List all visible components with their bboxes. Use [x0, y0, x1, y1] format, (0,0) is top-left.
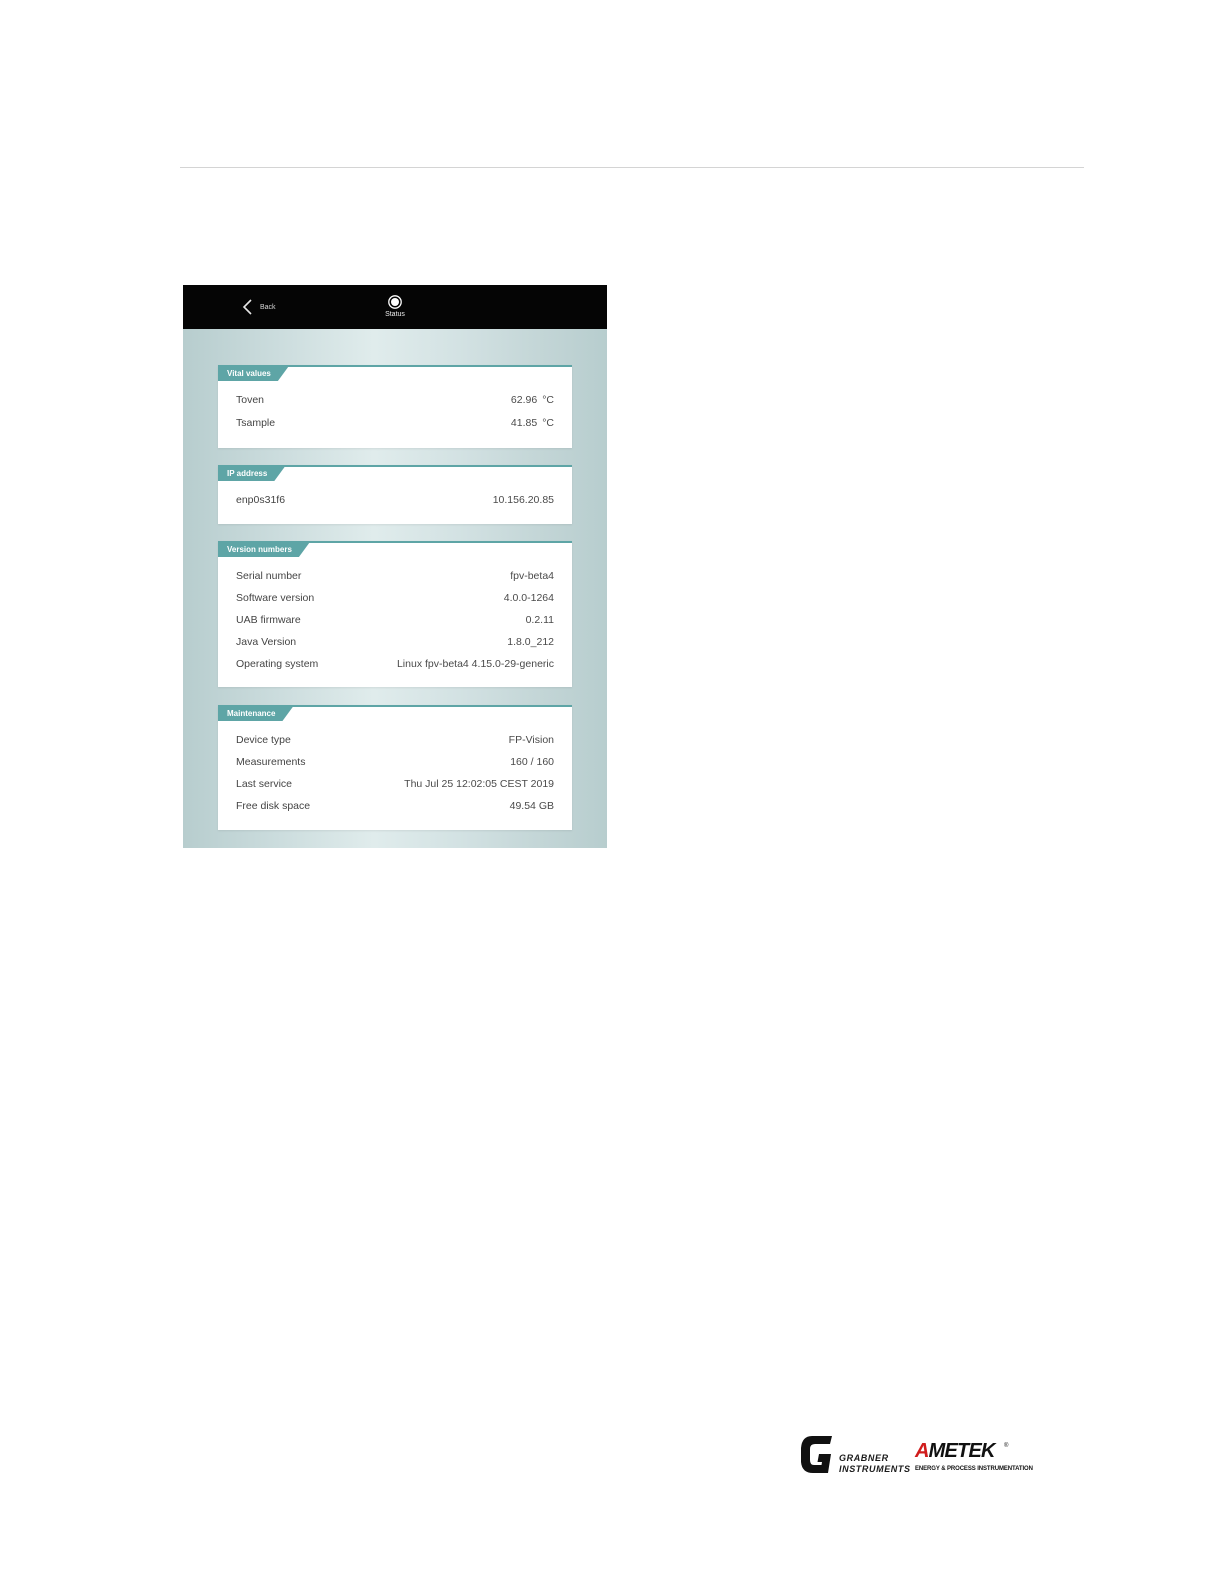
- status-button[interactable]: Status: [373, 294, 417, 318]
- header-rule: [180, 167, 1084, 168]
- ametek-tagline: ENERGY & PROCESS INSTRUMENTATION: [915, 1466, 1033, 1472]
- info-row: Tsample 41.85 °C: [236, 417, 554, 429]
- info-row: Java Version 1.8.0_212: [236, 636, 554, 648]
- grabner-g-icon: [801, 1436, 832, 1473]
- back-label: Back: [260, 303, 276, 311]
- info-row: Free disk space 49.54 GB: [236, 800, 554, 812]
- back-button[interactable]: Back: [241, 297, 276, 317]
- info-row: Last service Thu Jul 25 12:02:05 CEST 20…: [236, 778, 554, 790]
- status-content: Vital values Toven 62.96 °C Tsample 41.85…: [183, 329, 607, 848]
- ip-address-title: IP address: [218, 466, 285, 481]
- info-row: enp0s31f6 10.156.20.85: [236, 494, 554, 506]
- chevron-left-icon: [242, 299, 252, 315]
- grabner-line2: INSTRUMENTS: [839, 1464, 911, 1474]
- info-row: Toven 62.96 °C: [236, 394, 554, 406]
- status-icon: [388, 295, 402, 309]
- version-numbers-title: Version numbers: [218, 542, 310, 557]
- grabner-line1: GRABNER: [839, 1453, 889, 1463]
- vital-values-card: Vital values Toven 62.96 °C Tsample 41.85…: [218, 365, 572, 448]
- maintenance-card: Maintenance Device type FP-Vision Measur…: [218, 705, 572, 830]
- grabner-logo: GRABNER INSTRUMENTS: [798, 1432, 910, 1476]
- info-row: Operating system Linux fpv-beta4 4.15.0-…: [236, 658, 554, 670]
- ip-address-card: IP address enp0s31f6 10.156.20.85: [218, 465, 572, 524]
- vital-values-title: Vital values: [218, 366, 289, 381]
- ametek-wordmark: AMETEK: [915, 1440, 995, 1462]
- top-bar: Back Status: [183, 285, 607, 329]
- info-row: UAB firmware 0.2.11: [236, 614, 554, 626]
- info-row: Device type FP-Vision: [236, 734, 554, 746]
- version-numbers-card: Version numbers Serial number fpv-beta4 …: [218, 541, 572, 687]
- info-row: Measurements 160 / 160: [236, 756, 554, 768]
- device-status-screen: Back Status Vital values Toven 62.96 °C T…: [183, 285, 607, 848]
- info-row: Software version 4.0.0-1264: [236, 592, 554, 604]
- info-row: Serial number fpv-beta4: [236, 570, 554, 582]
- ametek-registered: ®: [1004, 1443, 1009, 1449]
- maintenance-title: Maintenance: [218, 706, 293, 721]
- status-label: Status: [385, 311, 405, 318]
- ametek-logo: AMETEK ® ENERGY & PROCESS INSTRUMENTATIO…: [914, 1440, 1040, 1476]
